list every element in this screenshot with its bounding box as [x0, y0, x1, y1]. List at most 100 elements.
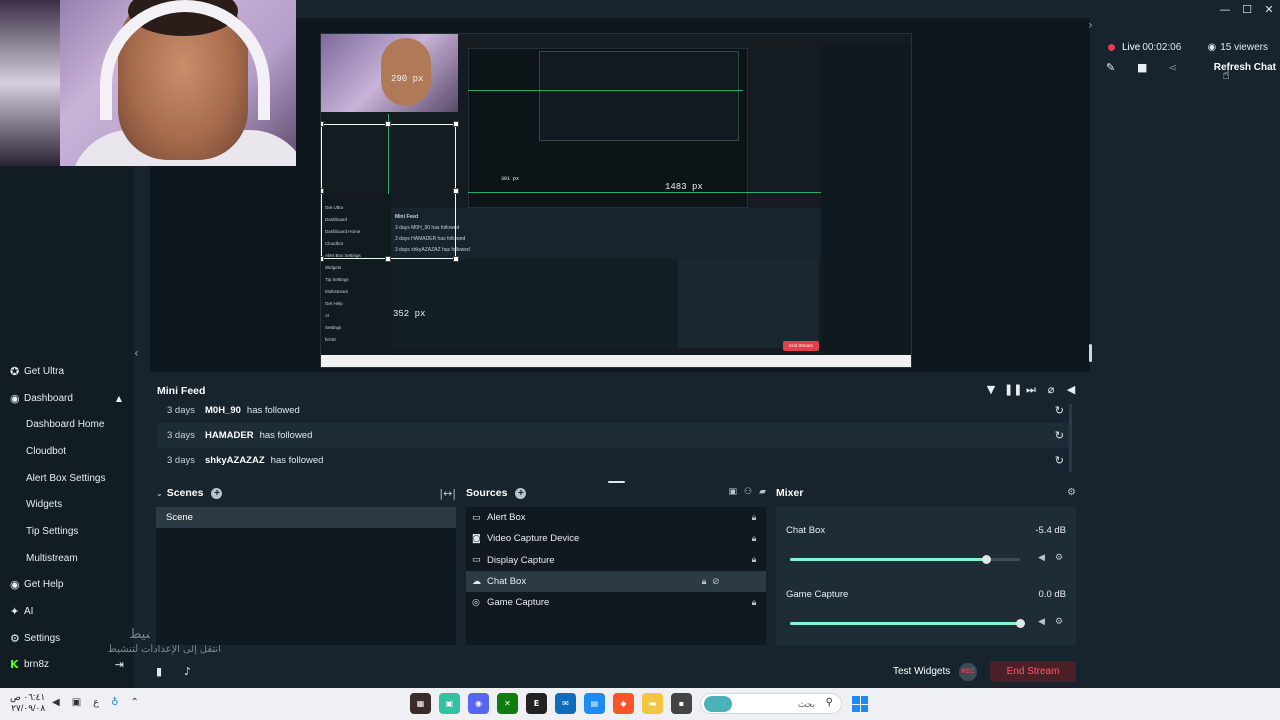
- epic-games-app-icon[interactable]: E: [526, 693, 547, 714]
- mini-feed-toolbar: ▼ ❚❚ ⏭ ⌀ ◀: [984, 383, 1078, 397]
- replay-icon[interactable]: ↻: [1055, 404, 1064, 417]
- maximize-button[interactable]: ☐: [1236, 3, 1258, 16]
- filter-icon[interactable]: ▼: [984, 383, 998, 397]
- skip-icon[interactable]: ⏭: [1024, 383, 1038, 397]
- webcam-video: [0, 0, 296, 166]
- resize-grip[interactable]: [608, 481, 625, 483]
- unlock-icon[interactable]: 🔒︎: [748, 555, 760, 565]
- store-app-icon[interactable]: ▤: [584, 693, 605, 714]
- group-icon[interactable]: ⚇: [744, 487, 752, 497]
- volume-slider[interactable]: [790, 555, 1020, 564]
- viewer-count-text: 15 viewers: [1220, 42, 1268, 53]
- xbox-app-icon[interactable]: ✕: [497, 693, 518, 714]
- app-icon[interactable]: ▦: [410, 693, 431, 714]
- record-button[interactable]: REC: [959, 663, 977, 681]
- pv-side-item: brn8z: [325, 337, 337, 342]
- unlock-icon[interactable]: 🔒︎: [748, 534, 760, 544]
- windows-start-icon[interactable]: [852, 696, 868, 712]
- language-indicator[interactable]: ع: [93, 697, 99, 708]
- sidebar-item-dashboard[interactable]: ◉ Dashboard ▲: [0, 385, 134, 412]
- speaker-icon[interactable]: ◀: [1038, 553, 1045, 563]
- video-camera-icon[interactable]: ■: [1137, 61, 1168, 74]
- discord-app-icon[interactable]: ◉: [468, 693, 489, 714]
- taskbar-clock[interactable]: ٠٦:٤١ ص ٢٧/٠٩/٠٨: [10, 692, 45, 714]
- add-scene-button[interactable]: +: [211, 487, 223, 499]
- resize-handle[interactable]: [321, 121, 324, 127]
- notifications-bell-icon[interactable]: ♪: [184, 665, 191, 678]
- close-button[interactable]: ✕: [1258, 3, 1280, 16]
- source-chat-box[interactable]: ☁ Chat Box 🔒︎ ⊘: [466, 570, 766, 593]
- source-alert-box[interactable]: ▭ Alert Box 🔒︎: [466, 507, 766, 528]
- volume-knob[interactable]: [981, 555, 991, 564]
- network-icon[interactable]: ▣: [72, 697, 81, 708]
- replay-icon[interactable]: ↻: [1055, 454, 1064, 467]
- feed-action: has followed: [246, 405, 300, 416]
- tray-overflow-chevron-icon[interactable]: ⌃: [130, 697, 138, 708]
- end-stream-button[interactable]: End Stream: [990, 661, 1076, 682]
- sidebar-item-ai[interactable]: ✦ AI: [0, 598, 134, 625]
- volume-knob[interactable]: [1016, 619, 1025, 628]
- folder-icon[interactable]: ▰: [759, 487, 766, 497]
- search-placeholder: بحث: [797, 699, 815, 709]
- mute-alerts-icon[interactable]: ⌀: [1044, 383, 1058, 397]
- title-bar: [296, 0, 1090, 18]
- microphone-icon[interactable]: ♁: [111, 697, 118, 708]
- edit-pencil-icon[interactable]: ✎: [1106, 61, 1137, 74]
- resize-handle[interactable]: [453, 188, 459, 194]
- sidebar-item-multistream[interactable]: Multistream: [0, 545, 134, 572]
- add-source-button[interactable]: +: [515, 487, 527, 499]
- eye-hidden-icon[interactable]: ⊘: [712, 577, 724, 587]
- help-icon: ◉: [10, 578, 20, 592]
- source-game-capture[interactable]: ◎ Game Capture 🔒︎: [466, 592, 766, 613]
- minimize-button[interactable]: —: [1214, 3, 1236, 16]
- test-widgets-button[interactable]: Test Widgets: [893, 666, 950, 677]
- resize-handle[interactable]: [453, 121, 459, 127]
- mixer-header: Mixer: [776, 487, 803, 499]
- unlock-icon[interactable]: 🔒︎: [748, 598, 760, 608]
- add-display-icon[interactable]: ▣: [728, 487, 737, 497]
- sidebar-item-tip-settings[interactable]: Tip Settings: [0, 518, 134, 545]
- channel-settings-gear-icon[interactable]: ⚙: [1055, 617, 1063, 627]
- pause-icon[interactable]: ❚❚: [1004, 383, 1022, 397]
- sidebar-item-widgets[interactable]: Widgets: [0, 491, 134, 518]
- resize-handle[interactable]: [385, 256, 391, 262]
- brave-app-icon[interactable]: ◆: [613, 693, 634, 714]
- sidebar-item-dashboard-home[interactable]: Dashboard Home: [0, 411, 134, 438]
- outlook-app-icon[interactable]: ✉: [555, 693, 576, 714]
- source-display-capture[interactable]: ▭ Display Capture 🔒︎: [466, 550, 766, 571]
- file-explorer-app-icon[interactable]: ▬: [642, 693, 663, 714]
- sidebar-item-cloudbot[interactable]: Cloudbot: [0, 438, 134, 465]
- unlock-icon[interactable]: 🔒︎: [748, 513, 760, 523]
- app-icon[interactable]: ▪: [671, 693, 692, 714]
- unlock-icon[interactable]: 🔒︎: [698, 577, 710, 587]
- resize-handle[interactable]: [453, 256, 459, 262]
- chevron-down-icon[interactable]: ⌄: [156, 489, 163, 498]
- taskbar-search[interactable]: بحث ⚲: [700, 693, 842, 714]
- volume-icon[interactable]: ◀: [1064, 383, 1078, 397]
- resize-handle[interactable]: [385, 121, 391, 127]
- sidebar-item-get-ultra[interactable]: ✪ Get Ultra: [0, 358, 134, 385]
- scene-item[interactable]: Scene: [156, 507, 456, 528]
- preview-nested-screen: [468, 48, 748, 208]
- source-video-capture[interactable]: ◙ Video Capture Device 🔒︎: [466, 528, 766, 549]
- volume-icon[interactable]: ◀: [52, 697, 60, 708]
- selection-box[interactable]: [321, 124, 456, 259]
- channel-settings-gear-icon[interactable]: ⚙: [1055, 553, 1063, 563]
- volume-slider[interactable]: [790, 619, 1025, 628]
- stream-preview[interactable]: Get Ultra Dashboard Dashboard Home Cloud…: [320, 33, 912, 368]
- resize-handle[interactable]: [321, 188, 324, 194]
- mouse-cursor-icon: ☝: [1222, 68, 1230, 83]
- mini-feed-scrollbar[interactable]: [1069, 404, 1072, 472]
- scene-transitions-icon[interactable]: |↔|: [439, 487, 456, 500]
- collapse-sidebar-chevron-icon[interactable]: ‹: [134, 346, 139, 360]
- sidebar-item-alert-box-settings[interactable]: Alert Box Settings: [0, 465, 134, 492]
- mixer-settings-gear-icon[interactable]: ⚙: [1067, 487, 1076, 498]
- performance-bars-icon[interactable]: ▮: [156, 665, 162, 678]
- streamlabs-app-icon[interactable]: ▣: [439, 693, 460, 714]
- sidebar-item-get-help[interactable]: ◉ Get Help: [0, 572, 134, 599]
- share-icon[interactable]: ⋖: [1168, 61, 1199, 74]
- resize-handle[interactable]: [321, 256, 324, 262]
- speaker-icon[interactable]: ◀: [1038, 617, 1045, 627]
- replay-icon[interactable]: ↻: [1055, 429, 1064, 442]
- clock-date: ٢٧/٠٩/٠٨: [11, 703, 46, 713]
